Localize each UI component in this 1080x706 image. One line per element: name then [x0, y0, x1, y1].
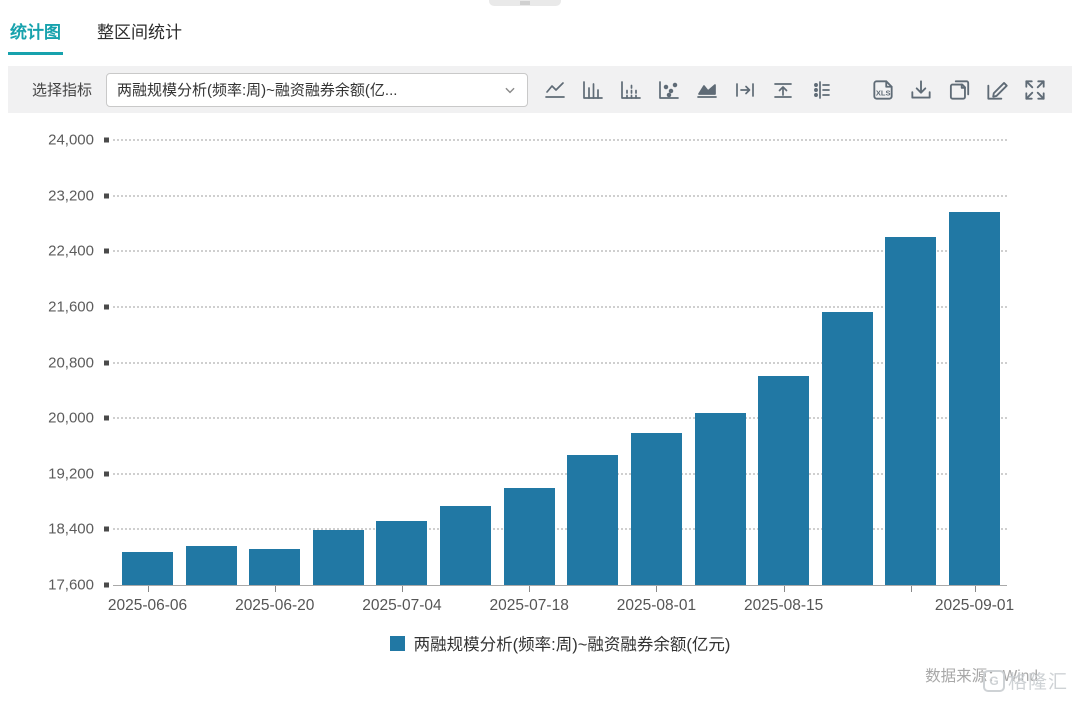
- legend[interactable]: 两融规模分析(频率:周)~融资融券余额(亿元): [113, 631, 1007, 655]
- watermark-text: 格隆汇: [1008, 667, 1068, 694]
- chevron-down-icon: [503, 83, 517, 97]
- gridline: [113, 528, 1007, 530]
- svg-text:XLS: XLS: [876, 88, 891, 97]
- legend-swatch: [390, 636, 405, 651]
- y-axis-tick-marker: [104, 416, 109, 421]
- y-axis-tick-label: 20,800: [6, 354, 94, 371]
- x-axis-tick: [656, 586, 657, 592]
- y-axis-tick-marker: [104, 583, 109, 588]
- xls-export-icon[interactable]: XLS: [869, 76, 897, 104]
- bar[interactable]: [695, 413, 746, 585]
- y-axis-tick-marker: [104, 249, 109, 254]
- gridline: [113, 417, 1007, 419]
- download-icon[interactable]: [907, 76, 935, 104]
- x-axis-label: 2025-06-20: [235, 597, 314, 615]
- collapsed-panel-handle[interactable]: [489, 0, 561, 6]
- y-axis-tick-label: 22,400: [6, 243, 94, 260]
- x-axis-label: 2025-07-04: [362, 597, 441, 615]
- gridline: [113, 473, 1007, 475]
- chart-type-toolbar: XLS: [541, 76, 1059, 104]
- y-axis-tick-label: 23,200: [6, 187, 94, 204]
- gridline: [113, 139, 1007, 141]
- y-axis-tick-label: 21,600: [6, 298, 94, 315]
- y-axis-tick-label: 18,400: [6, 521, 94, 538]
- x-axis-tick: [402, 586, 403, 592]
- bar[interactable]: [504, 488, 555, 585]
- legend-label: 两融规模分析(频率:周)~融资融券余额(亿元): [414, 631, 731, 655]
- bar[interactable]: [567, 455, 618, 585]
- x-axis-line: [113, 585, 1007, 586]
- gelonghui-logo-icon: G: [983, 670, 1005, 692]
- watermark: G 格隆汇: [983, 667, 1068, 694]
- y-axis-tick-marker: [104, 193, 109, 198]
- y-axis-tick-label: 24,000: [6, 132, 94, 149]
- bar-chart-icon[interactable]: [579, 76, 607, 104]
- y-axis-tick-marker: [104, 360, 109, 365]
- y-axis-tick-label: 20,000: [6, 410, 94, 427]
- y-axis-tick-marker: [104, 471, 109, 476]
- bar[interactable]: [885, 237, 936, 585]
- x-axis-label: 2025-09-01: [935, 597, 1014, 615]
- tab-statistics-chart[interactable]: 统计图: [10, 18, 61, 55]
- tab-whole-interval-stats[interactable]: 整区间统计: [97, 18, 182, 55]
- edit-icon[interactable]: [983, 76, 1011, 104]
- gridline: [113, 195, 1007, 197]
- indicator-dropdown[interactable]: 两融规模分析(频率:周)~融资融券余额(亿...: [106, 73, 528, 107]
- bar[interactable]: [249, 549, 300, 585]
- x-axis-tick: [275, 586, 276, 592]
- bar[interactable]: [186, 546, 237, 585]
- area-chart-icon[interactable]: [693, 76, 721, 104]
- y-axis-tick-label: 17,600: [6, 577, 94, 594]
- handle-grip: [520, 1, 530, 5]
- bar[interactable]: [122, 552, 173, 585]
- export-top-icon[interactable]: [769, 76, 797, 104]
- shift-right-icon[interactable]: [731, 76, 759, 104]
- y-axis-tick-label: 19,200: [6, 465, 94, 482]
- bar[interactable]: [822, 312, 873, 585]
- fullscreen-icon[interactable]: [1021, 76, 1049, 104]
- indicator-dropdown-value: 两融规模分析(频率:周)~融资融券余额(亿...: [117, 79, 497, 100]
- gridline: [113, 250, 1007, 252]
- axis-settings-icon[interactable]: [807, 76, 835, 104]
- gridline: [113, 306, 1007, 308]
- bar[interactable]: [313, 530, 364, 585]
- scatter-chart-icon[interactable]: [655, 76, 683, 104]
- tab-bar: 统计图 整区间统计: [10, 18, 182, 55]
- copy-icon[interactable]: [945, 76, 973, 104]
- indicator-select-label: 选择指标: [32, 79, 92, 100]
- bar[interactable]: [949, 212, 1000, 585]
- bar[interactable]: [440, 506, 491, 585]
- statistics-chart-panel: 统计图 整区间统计 选择指标 两融规模分析(频率:周)~融资融券余额(亿...: [0, 0, 1080, 706]
- x-axis-tick: [148, 586, 149, 592]
- bar[interactable]: [376, 521, 427, 585]
- x-axis-label: 2025-06-06: [108, 597, 187, 615]
- dashed-bar-chart-icon[interactable]: [617, 76, 645, 104]
- x-axis-tick: [784, 586, 785, 592]
- x-axis-tick: [975, 586, 976, 592]
- y-axis-tick-marker: [104, 304, 109, 309]
- chart-toolbar: 选择指标 两融规模分析(频率:周)~融资融券余额(亿...: [8, 66, 1072, 113]
- x-axis-tick: [529, 586, 530, 592]
- y-axis-tick-marker: [104, 138, 109, 143]
- x-axis-label: 2025-08-01: [617, 597, 696, 615]
- y-axis-tick-marker: [104, 527, 109, 532]
- x-axis-label: 2025-07-18: [490, 597, 569, 615]
- bar[interactable]: [631, 433, 682, 585]
- x-axis-label: 2025-08-15: [744, 597, 823, 615]
- gridline: [113, 362, 1007, 364]
- bar[interactable]: [758, 376, 809, 585]
- line-chart-icon[interactable]: [541, 76, 569, 104]
- x-axis-tick: [911, 586, 912, 592]
